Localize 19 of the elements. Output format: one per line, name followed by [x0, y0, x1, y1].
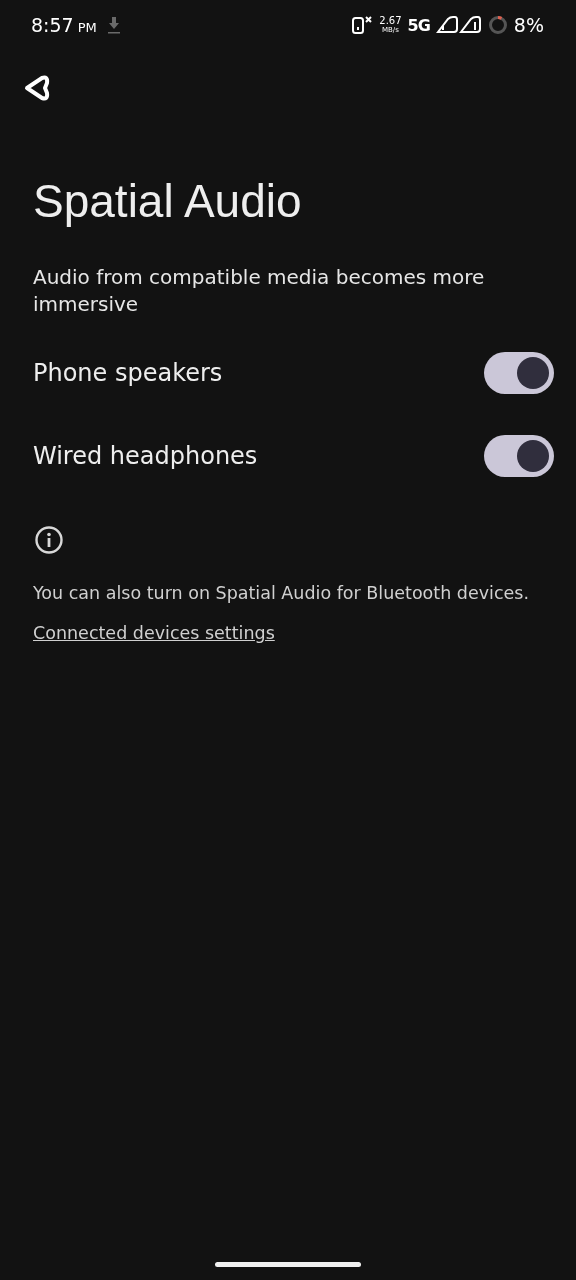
battery-icon	[487, 15, 508, 35]
description-text: Audio from compatible media becomes more immersive	[33, 264, 486, 318]
toggle-label: Phone speakers	[33, 358, 223, 387]
info-icon	[34, 525, 64, 555]
download-icon	[106, 16, 121, 34]
signal-icon	[435, 15, 482, 35]
battery-percent: 8%	[513, 14, 544, 36]
settings-link[interactable]: Connected devices settings	[33, 623, 275, 643]
page-title: Spatial Audio	[33, 174, 303, 228]
clock-period: PM	[77, 20, 97, 35]
toggle-switch[interactable]	[484, 351, 554, 394]
speed-value: 2.67	[379, 16, 402, 26]
network-type: 5G	[407, 15, 430, 35]
toggle-label: Wired headphones	[33, 441, 258, 470]
footer-text: You can also turn on Spatial Audio for Bluetooth devices.	[33, 583, 530, 603]
back-icon[interactable]	[24, 74, 52, 102]
phone-icon	[351, 15, 374, 35]
clock-time: 8:57	[31, 14, 74, 36]
toggle-switch[interactable]	[484, 434, 554, 477]
